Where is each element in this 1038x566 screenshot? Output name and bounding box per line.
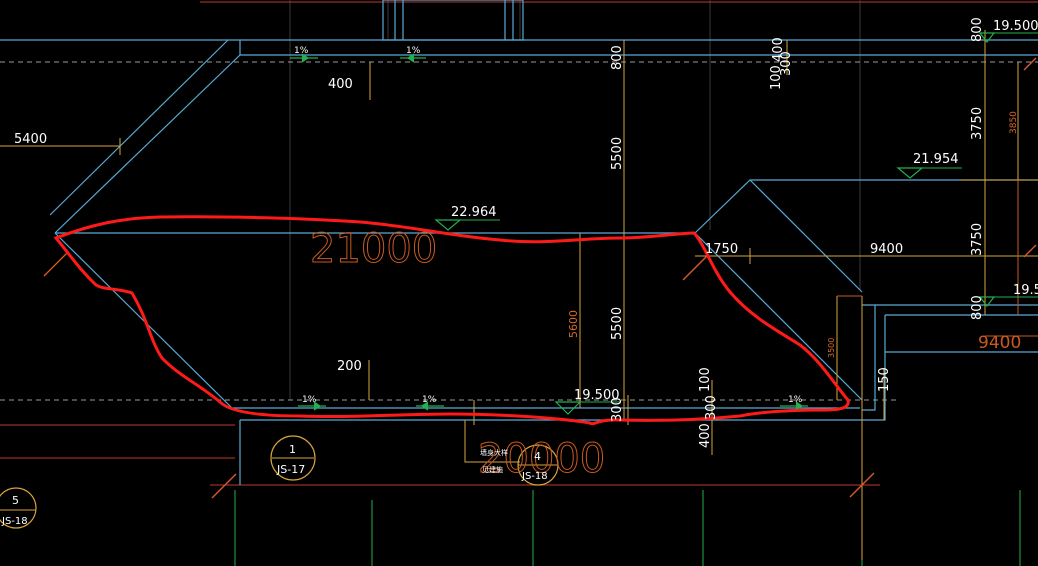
cad-drawing-canvas: 19.500 21.954 22.964 19.500 19.5 5400 40…: [0, 0, 1038, 566]
dim-150: 150: [877, 367, 892, 392]
wall-line: [54, 54, 241, 234]
tag-line-1: 墙身大样: [480, 448, 508, 457]
dim-bottom-300b: 300: [610, 397, 625, 422]
detail-callouts: [0, 435, 559, 529]
dim-tick: [1023, 57, 1037, 71]
dim-tick: [211, 473, 237, 499]
dim-tick: [43, 251, 69, 277]
elevation-mid-right: 21.954: [913, 152, 959, 167]
dim-tick: [1023, 244, 1037, 258]
slope-label-2: 1%: [406, 46, 421, 56]
elevation-triangle: [434, 219, 462, 231]
elevation-leaders: [448, 32, 1038, 403]
dim-5600: 5600: [567, 310, 580, 338]
elevation-right-cut: 19.5: [1013, 283, 1038, 298]
wall-line: [694, 179, 1038, 234]
callout-sheet: JS-18: [1, 516, 28, 527]
dim-left-span: 5400: [14, 132, 47, 147]
callout-number: 5: [12, 494, 19, 507]
dim-21000: 21000: [310, 226, 437, 272]
dim-200: 200: [337, 359, 362, 374]
dim-3500: 3500: [827, 338, 836, 358]
dim-5500-top: 5500: [610, 137, 625, 170]
dim-5500-bottom: 5500: [610, 307, 625, 340]
elevation-top-right: 19.500: [993, 19, 1038, 34]
elevation-triangle: [896, 167, 924, 179]
dim-span-9400: 9400: [870, 242, 903, 257]
dim-top-400: 400: [328, 77, 353, 92]
window-frame: [382, 0, 524, 41]
orange-dim-lines: [837, 180, 1038, 337]
dim-bottom-100: 100: [698, 367, 713, 392]
callout-number: 4: [534, 450, 541, 463]
slope-label-5: 1%: [788, 395, 803, 405]
wall-line: [49, 39, 229, 216]
tag-line-2: 见建施: [482, 465, 503, 474]
elevation-center-roof: 22.964: [451, 205, 497, 220]
dim-right-800-top: 800: [970, 17, 985, 42]
wall-line: [54, 232, 233, 409]
dim-top-100: 100: [769, 65, 784, 90]
dim-right-3750-bottom: 3750: [970, 223, 985, 256]
wall-line: [749, 179, 863, 293]
dim-bottom-400: 400: [698, 423, 713, 448]
elevation-markers: [434, 32, 996, 415]
callout-sheet: JS-17: [276, 463, 305, 476]
callout-number: 1: [289, 443, 296, 456]
dimension-ticks: [43, 57, 1037, 499]
wall-line: [0, 39, 1038, 56]
grid-lines: [234, 490, 1021, 566]
dim-bottom-300: 300: [704, 395, 719, 420]
slope-label-1: 1%: [294, 46, 309, 56]
slope-label-4: 1%: [422, 395, 437, 405]
wall-line: [862, 305, 876, 411]
dim-span-1750: 1750: [705, 242, 738, 257]
dim-tick: [682, 255, 708, 281]
dim-3850: 3850: [1009, 111, 1019, 134]
callout-sheet: JS-18: [521, 471, 548, 482]
dim-9400-big: 9400: [978, 333, 1021, 353]
slope-label-3: 1%: [302, 395, 317, 405]
dim-right-3750-top: 3750: [970, 107, 985, 140]
dim-top-800: 800: [610, 45, 625, 70]
dim-right-800-mid: 800: [970, 295, 985, 320]
